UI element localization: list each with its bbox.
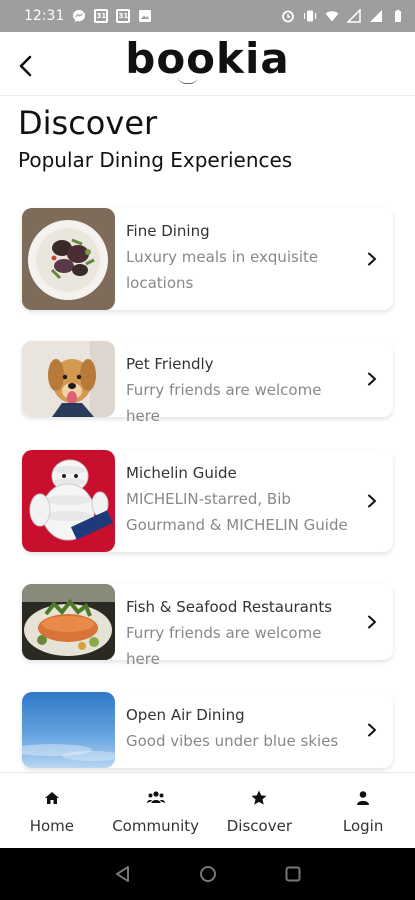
card-desc-line: MICHELIN-starred, Bib xyxy=(126,490,291,508)
blue-sky-image xyxy=(22,692,115,768)
app-header: bookia xyxy=(0,32,415,96)
card-desc-line: Furry friends are welcome here xyxy=(126,381,322,425)
card-description: Luxury meals in exquisite locations xyxy=(126,244,359,296)
card-description: Furry friends are welcome here xyxy=(126,620,359,672)
home-icon xyxy=(44,792,59,804)
system-recents-icon[interactable] xyxy=(284,865,302,883)
user-icon xyxy=(357,791,370,805)
card-description: Furry friends are welcome here xyxy=(126,377,359,429)
nav-home[interactable]: Home xyxy=(0,773,104,848)
alarm-icon xyxy=(282,10,294,23)
nav-label: Home xyxy=(29,817,75,835)
card-desc-line: locations xyxy=(126,274,194,292)
card-title: Fine Dining xyxy=(126,222,210,240)
card-fish-seafood[interactable]: Fish & Seafood Restaurants Furry friends… xyxy=(22,584,393,668)
card-michelin-guide[interactable]: Michelin Guide MICHELIN-starred, Bib Gou… xyxy=(22,450,393,552)
card-desc-line: Good vibes under blue skies xyxy=(126,732,339,750)
signal-icon xyxy=(347,9,361,23)
signal-full-icon xyxy=(370,10,382,22)
card-pet-friendly[interactable]: Pet Friendly Furry friends are welcome h… xyxy=(22,341,393,425)
app-logo: bookia xyxy=(125,34,290,83)
chevron-right-icon xyxy=(368,252,376,266)
card-title: Open Air Dining xyxy=(126,706,245,724)
nav-community[interactable]: Community xyxy=(104,773,208,848)
card-title: Fish & Seafood Restaurants xyxy=(126,598,333,616)
chevron-right-icon xyxy=(368,723,376,737)
card-title: Pet Friendly xyxy=(126,355,214,373)
system-back-icon[interactable] xyxy=(114,865,132,883)
nav-label: Community xyxy=(112,817,200,835)
card-desc-line: Luxury meals in exquisite xyxy=(126,248,319,266)
status-bar: 12:31 31 31 xyxy=(0,0,415,32)
app-screen: 12:31 31 31 bookia Discover Popular Dini… xyxy=(0,0,415,900)
calendar-icon-2: 31 xyxy=(116,9,131,23)
nav-label: Discover xyxy=(226,817,292,835)
system-navigation-bar xyxy=(0,848,415,900)
michelin-man-image xyxy=(22,450,115,552)
wifi-icon xyxy=(325,11,339,22)
status-time: 12:31 xyxy=(24,8,65,24)
star-icon xyxy=(251,790,267,805)
page-subtitle: Popular Dining Experiences xyxy=(18,148,293,172)
system-home-icon[interactable] xyxy=(199,865,217,883)
nav-label: Login xyxy=(342,817,384,835)
image-icon xyxy=(139,10,152,22)
card-desc-line: Furry friends are welcome here xyxy=(126,624,322,668)
battery-icon xyxy=(395,9,401,22)
users-icon xyxy=(146,791,165,803)
vibrate-icon xyxy=(303,10,317,22)
page-title: Discover xyxy=(18,104,158,142)
card-description: MICHELIN-starred, Bib Gourmand & MICHELI… xyxy=(126,486,359,538)
pet-friendly-image xyxy=(22,341,115,417)
messenger-icon xyxy=(73,10,86,22)
card-title: Michelin Guide xyxy=(126,464,237,482)
salmon-dish-image xyxy=(22,584,115,660)
chevron-right-icon xyxy=(368,494,376,508)
card-description: Good vibes under blue skies xyxy=(126,728,359,754)
card-fine-dining[interactable]: Fine Dining Luxury meals in exquisite lo… xyxy=(22,208,393,310)
nav-discover[interactable]: Discover xyxy=(208,773,312,848)
chevron-right-icon xyxy=(368,372,376,386)
calendar-icon: 31 xyxy=(94,9,109,23)
nav-login[interactable]: Login xyxy=(311,773,415,848)
card-open-air-dining[interactable]: Open Air Dining Good vibes under blue sk… xyxy=(22,692,393,768)
card-desc-line: Gourmand & MICHELIN Guide xyxy=(126,516,348,534)
bottom-navigation: Home Community Discover Login xyxy=(0,772,415,848)
chevron-right-icon xyxy=(368,615,376,629)
fine-dining-image xyxy=(22,208,115,310)
